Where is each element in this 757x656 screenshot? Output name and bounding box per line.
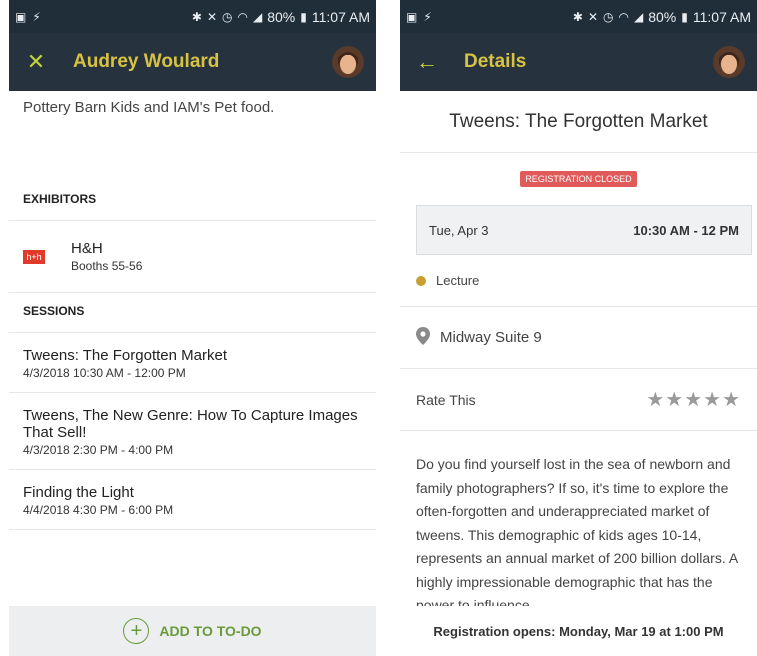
rating-row: Rate This ★★★★★ [400, 369, 757, 431]
status-badge: REGISTRATION CLOSED [520, 171, 637, 187]
usb-icon: ⚡ [32, 9, 41, 24]
gallery-icon: ▣ [406, 9, 418, 24]
event-time: 10:30 AM - 12 PM [633, 222, 739, 238]
app-toolbar: ✕ Audrey Woulard [9, 33, 376, 91]
status-bar: ▣ ⚡ ✱ ✕ ◷ ◠ ◢ 80% ▮ 11:07 AM [400, 0, 757, 33]
event-type-dot-icon [416, 275, 426, 286]
clock: 11:07 AM [311, 8, 370, 25]
session-title: Tweens, The New Genre: How To Capture Im… [23, 407, 358, 441]
session-title: Finding the Light [23, 484, 134, 501]
battery-icon: ▮ [300, 9, 307, 24]
exhibitors-heading: EXHIBITORS [9, 181, 376, 221]
location-label: Midway Suite 9 [440, 329, 542, 346]
mute-icon: ✕ [587, 9, 599, 24]
add-to-todo-button[interactable]: + ADD TO TO-DO [9, 606, 376, 656]
session-item[interactable]: Tweens, The New Genre: How To Capture Im… [9, 393, 376, 470]
alarm-icon: ◷ [603, 9, 614, 24]
event-date: Tue, Apr 3 [429, 222, 489, 238]
status-bar: ▣ ⚡ ✱ ✕ ◷ ◠ ◢ 80% ▮ 11:07 AM [9, 0, 376, 33]
battery-level: 80% [267, 8, 296, 25]
gallery-icon: ▣ [15, 9, 27, 24]
exhibitor-profile-screen: ▣ ⚡ ✱ ✕ ◷ ◠ ◢ 80% ▮ 11:07 AM ✕ Audrey Wo… [9, 0, 376, 656]
session-time: 4/3/2018 2:30 PM - 4:00 PM [23, 443, 174, 457]
back-arrow-icon[interactable]: ← [412, 47, 442, 77]
battery-icon: ▮ [681, 9, 688, 24]
mute-icon: ✕ [206, 9, 218, 24]
event-description: Do you find yourself lost in the sea of … [416, 456, 738, 613]
sessions-heading: SESSIONS [9, 293, 376, 333]
star-rating-icon[interactable]: ★★★★★ [646, 387, 741, 412]
exhibitor-name: H&H [71, 240, 103, 257]
wifi-icon: ◠ [237, 9, 248, 24]
session-details-screen: ▣ ⚡ ✱ ✕ ◷ ◠ ◢ 80% ▮ 11:07 AM ← Details T… [400, 0, 757, 656]
session-item[interactable]: Finding the Light 4/4/2018 4:30 PM - 6:0… [9, 470, 376, 530]
alarm-icon: ◷ [222, 9, 233, 24]
session-item[interactable]: Tweens: The Forgotten Market 4/3/2018 10… [9, 333, 376, 393]
session-time: 4/4/2018 4:30 PM - 6:00 PM [23, 503, 174, 517]
exhibitor-item[interactable]: h+h H&H Booths 55-56 [9, 221, 376, 293]
signal-icon: ◢ [634, 9, 644, 24]
avatar[interactable] [713, 46, 745, 78]
plus-circle-icon: + [123, 618, 150, 644]
usb-icon: ⚡ [423, 9, 432, 24]
event-type-label: Lecture [436, 273, 480, 288]
session-time: 4/3/2018 10:30 AM - 12:00 PM [23, 366, 186, 380]
registration-status: REGISTRATION CLOSED [400, 153, 757, 189]
event-type: Lecture [400, 255, 757, 307]
page-title: Details [464, 51, 527, 72]
signal-icon: ◢ [253, 9, 263, 24]
add-to-todo-label: ADD TO TO-DO [159, 623, 262, 639]
bluetooth-icon: ✱ [572, 9, 583, 24]
wifi-icon: ◠ [618, 9, 629, 24]
intro-text: Pottery Barn Kids and IAM's Pet food. [23, 99, 275, 116]
date-time-box: Tue, Apr 3 10:30 AM - 12 PM [416, 205, 752, 255]
clock: 11:07 AM [692, 8, 751, 25]
app-toolbar: ← Details [400, 33, 757, 91]
battery-level: 80% [648, 8, 677, 25]
exhibitor-booth: Booths 55-56 [71, 259, 143, 273]
bluetooth-icon: ✱ [191, 9, 202, 24]
close-icon[interactable]: ✕ [21, 47, 51, 77]
location-row[interactable]: Midway Suite 9 [400, 307, 757, 369]
page-title: Audrey Woulard [73, 51, 220, 72]
registration-footer: Registration opens: Monday, Mar 19 at 1:… [400, 606, 757, 656]
exhibitor-logo: h+h [23, 249, 45, 264]
map-pin-icon [416, 326, 430, 349]
event-title: Tweens: The Forgotten Market [400, 91, 757, 153]
session-title: Tweens: The Forgotten Market [23, 347, 227, 364]
avatar[interactable] [332, 46, 364, 78]
rate-label: Rate This [416, 391, 476, 408]
